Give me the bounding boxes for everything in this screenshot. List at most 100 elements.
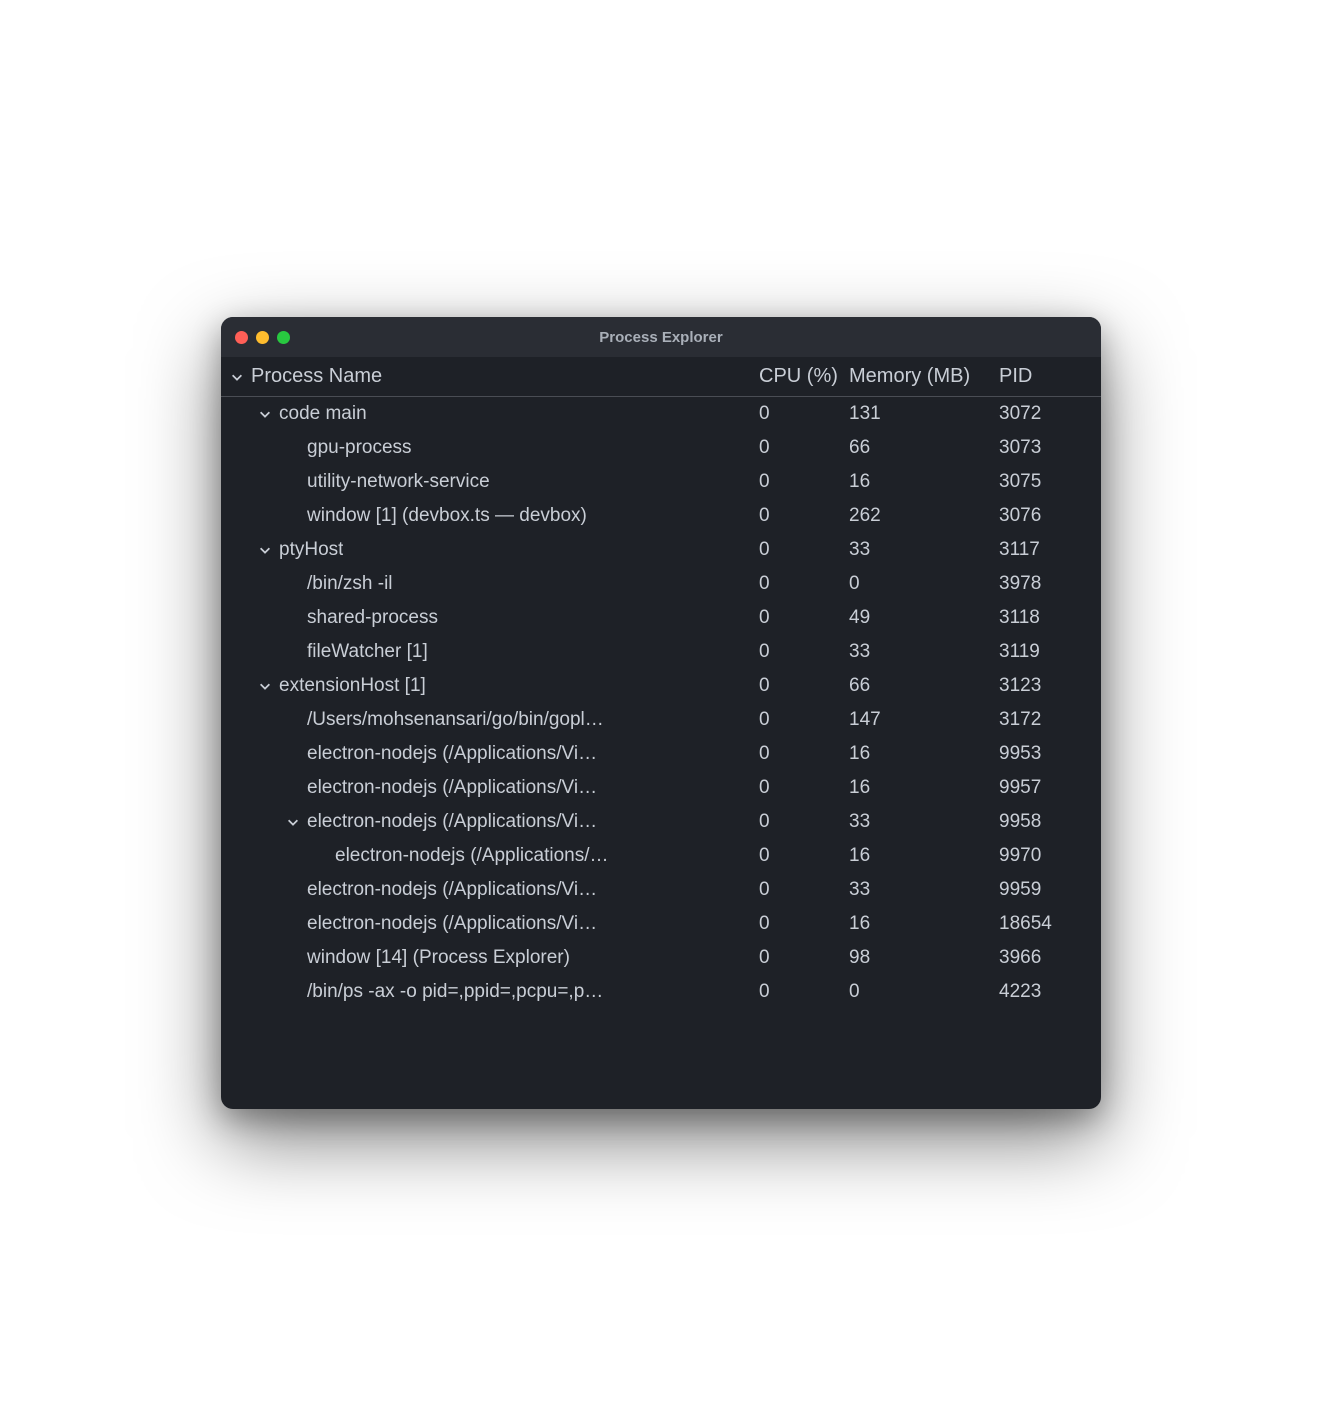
process-cpu-cell: 0 — [759, 675, 849, 697]
process-memory-cell: 16 — [849, 845, 999, 867]
process-row[interactable]: code main01313072 — [221, 397, 1101, 431]
process-pid-cell: 3172 — [999, 709, 1089, 731]
titlebar[interactable]: Process Explorer — [221, 317, 1101, 357]
process-memory-cell: 33 — [849, 811, 999, 833]
indent-spacer — [283, 948, 303, 968]
process-memory-cell: 262 — [849, 505, 999, 527]
process-name-label: /Users/mohsenansari/go/bin/gopl… — [307, 709, 604, 731]
process-name-label: window [14] (Process Explorer) — [307, 947, 570, 969]
process-pid-cell: 3978 — [999, 573, 1089, 595]
chevron-down-icon[interactable] — [255, 540, 275, 560]
process-name-label: ptyHost — [279, 539, 343, 561]
process-cpu-cell: 0 — [759, 437, 849, 459]
process-row[interactable]: extensionHost [1]0663123 — [221, 669, 1101, 703]
indent-spacer — [283, 574, 303, 594]
process-name-cell: gpu-process — [227, 437, 759, 459]
process-name-cell: electron-nodejs (/Applications/Vi… — [227, 913, 759, 935]
process-row[interactable]: electron-nodejs (/Applications/Vi…033995… — [221, 805, 1101, 839]
process-row[interactable]: electron-nodejs (/Applications/Vi…033995… — [221, 873, 1101, 907]
indent-spacer — [283, 506, 303, 526]
indent-spacer — [283, 608, 303, 628]
process-cpu-cell: 0 — [759, 845, 849, 867]
process-row[interactable]: electron-nodejs (/Applications/Vi…016995… — [221, 737, 1101, 771]
zoom-button[interactable] — [277, 331, 290, 344]
process-name-label: electron-nodejs (/Applications/Vi… — [307, 777, 597, 799]
process-name-cell: /bin/ps -ax -o pid=,ppid=,pcpu=,p… — [227, 981, 759, 1003]
process-pid-cell: 9958 — [999, 811, 1089, 833]
indent-spacer — [311, 846, 331, 866]
column-header-cpu[interactable]: CPU (%) — [759, 365, 849, 388]
process-row[interactable]: utility-network-service0163075 — [221, 465, 1101, 499]
minimize-button[interactable] — [256, 331, 269, 344]
process-cpu-cell: 0 — [759, 505, 849, 527]
indent-spacer — [283, 438, 303, 458]
process-name-cell: window [14] (Process Explorer) — [227, 947, 759, 969]
process-name-label: fileWatcher [1] — [307, 641, 428, 663]
process-row[interactable]: /bin/ps -ax -o pid=,ppid=,pcpu=,p…004223 — [221, 975, 1101, 1009]
process-name-label: window [1] (devbox.ts — devbox) — [307, 505, 587, 527]
process-memory-cell: 0 — [849, 573, 999, 595]
indent-spacer — [283, 744, 303, 764]
process-memory-cell: 66 — [849, 437, 999, 459]
process-pid-cell: 3966 — [999, 947, 1089, 969]
column-header-pid[interactable]: PID — [999, 365, 1089, 388]
indent-spacer — [283, 710, 303, 730]
column-header-memory[interactable]: Memory (MB) — [849, 365, 999, 388]
process-name-cell: electron-nodejs (/Applications/Vi… — [227, 879, 759, 901]
chevron-down-icon[interactable] — [227, 367, 247, 387]
process-table-body: code main01313072gpu-process0663073utili… — [221, 397, 1101, 1109]
process-row[interactable]: electron-nodejs (/Applications/… 0169970 — [221, 839, 1101, 873]
process-row[interactable]: fileWatcher [1]0333119 — [221, 635, 1101, 669]
close-button[interactable] — [235, 331, 248, 344]
process-name-cell: electron-nodejs (/Applications/… — [227, 845, 759, 867]
column-header-row: Process Name CPU (%) Memory (MB) PID — [221, 357, 1101, 397]
process-pid-cell: 3076 — [999, 505, 1089, 527]
process-row[interactable]: /Users/mohsenansari/go/bin/gopl…01473172 — [221, 703, 1101, 737]
process-pid-cell: 3072 — [999, 403, 1089, 425]
process-name-label: electron-nodejs (/Applications/… — [335, 845, 609, 867]
column-header-name[interactable]: Process Name — [227, 365, 759, 388]
process-row[interactable]: electron-nodejs (/Applications/Vi…016186… — [221, 907, 1101, 941]
indent-spacer — [283, 778, 303, 798]
process-pid-cell: 9953 — [999, 743, 1089, 765]
process-cpu-cell: 0 — [759, 811, 849, 833]
process-pid-cell: 3073 — [999, 437, 1089, 459]
process-pid-cell: 3117 — [999, 539, 1089, 561]
process-cpu-cell: 0 — [759, 471, 849, 493]
column-header-name-label: Process Name — [251, 365, 382, 388]
indent-spacer — [283, 472, 303, 492]
process-memory-cell: 16 — [849, 913, 999, 935]
process-cpu-cell: 0 — [759, 641, 849, 663]
process-row[interactable]: gpu-process0663073 — [221, 431, 1101, 465]
process-row[interactable]: window [14] (Process Explorer)0983966 — [221, 941, 1101, 975]
indent-spacer — [283, 982, 303, 1002]
process-memory-cell: 49 — [849, 607, 999, 629]
process-memory-cell: 98 — [849, 947, 999, 969]
process-row[interactable]: electron-nodejs (/Applications/Vi…016995… — [221, 771, 1101, 805]
process-row[interactable]: /bin/zsh -il003978 — [221, 567, 1101, 601]
indent-spacer — [283, 914, 303, 934]
process-pid-cell: 9970 — [999, 845, 1089, 867]
chevron-down-icon[interactable] — [255, 404, 275, 424]
process-memory-cell: 66 — [849, 675, 999, 697]
process-row[interactable]: ptyHost0333117 — [221, 533, 1101, 567]
process-row[interactable]: window [1] (devbox.ts — devbox) 02623076 — [221, 499, 1101, 533]
process-name-cell: /bin/zsh -il — [227, 573, 759, 595]
process-memory-cell: 131 — [849, 403, 999, 425]
process-cpu-cell: 0 — [759, 743, 849, 765]
process-pid-cell: 4223 — [999, 981, 1089, 1003]
process-name-cell: /Users/mohsenansari/go/bin/gopl… — [227, 709, 759, 731]
process-memory-cell: 0 — [849, 981, 999, 1003]
process-cpu-cell: 0 — [759, 573, 849, 595]
process-name-label: extensionHost [1] — [279, 675, 426, 697]
process-cpu-cell: 0 — [759, 981, 849, 1003]
process-name-label: shared-process — [307, 607, 438, 629]
process-name-cell: code main — [227, 403, 759, 425]
process-name-cell: ptyHost — [227, 539, 759, 561]
chevron-down-icon[interactable] — [255, 676, 275, 696]
process-name-label: utility-network-service — [307, 471, 490, 493]
process-row[interactable]: shared-process0493118 — [221, 601, 1101, 635]
process-name-cell: shared-process — [227, 607, 759, 629]
process-cpu-cell: 0 — [759, 607, 849, 629]
chevron-down-icon[interactable] — [283, 812, 303, 832]
